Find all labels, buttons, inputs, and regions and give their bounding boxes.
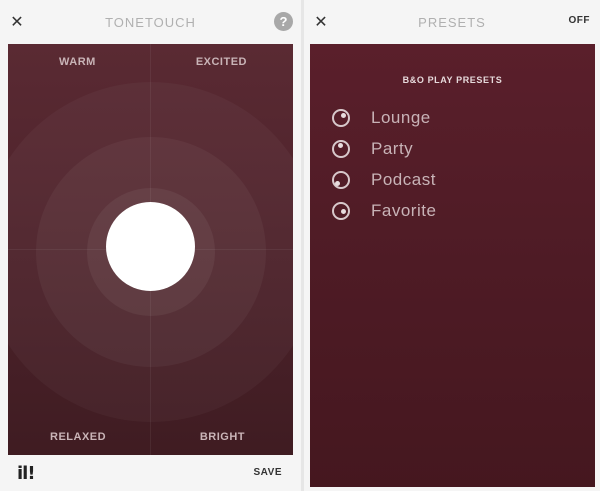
corner-label-relaxed: RELAXED (50, 431, 107, 443)
preset-item-lounge[interactable]: Lounge (332, 102, 436, 133)
tonetouch-title: TONETOUCH (105, 14, 196, 30)
tone-touch-pad[interactable]: WARM EXCITED RELAXED BRIGHT (8, 44, 293, 455)
close-icon[interactable]: ✕ (8, 12, 26, 32)
presets-panel: ✕ PRESETS OFF B&O PLAY PRESETS Lounge Pa… (304, 0, 600, 491)
preset-label: Party (371, 138, 414, 158)
preset-dial-icon (332, 170, 350, 189)
preset-item-party[interactable]: Party (332, 133, 436, 164)
preset-label: Podcast (371, 169, 436, 189)
help-icon[interactable]: ? (274, 12, 293, 31)
close-icon[interactable]: ✕ (312, 12, 330, 32)
brand-logo: il! (17, 463, 36, 484)
preset-label: Favorite (371, 200, 437, 220)
off-button[interactable]: OFF (569, 15, 591, 26)
corner-label-warm: WARM (59, 56, 96, 68)
presets-title: PRESETS (418, 14, 486, 30)
preset-label: Lounge (371, 107, 431, 127)
save-button[interactable]: SAVE (254, 467, 283, 478)
tonetouch-bottom-bar: il! SAVE (0, 455, 301, 491)
preset-item-favorite[interactable]: Favorite (332, 195, 436, 226)
tonetouch-top-bar: ✕ TONETOUCH ? (0, 0, 301, 44)
corner-label-bright: BRIGHT (199, 431, 245, 443)
preset-item-podcast[interactable]: Podcast (332, 164, 436, 195)
preset-dial-icon (332, 108, 350, 127)
tone-knob[interactable] (106, 202, 195, 291)
corner-label-excited: EXCITED (195, 56, 247, 68)
presets-heading: B&O PLAY PRESETS (402, 75, 503, 85)
preset-dial-icon (332, 201, 350, 220)
tonetouch-panel: ✕ TONETOUCH ? WARM EXCITED RELAXED BRIGH… (0, 0, 301, 491)
preset-list: Lounge Party Podcast Favorite (332, 102, 436, 226)
presets-top-bar: ✕ PRESETS OFF (304, 0, 600, 44)
preset-dial-icon (332, 139, 350, 158)
presets-area: B&O PLAY PRESETS Lounge Party Podcast Fa… (310, 44, 595, 487)
